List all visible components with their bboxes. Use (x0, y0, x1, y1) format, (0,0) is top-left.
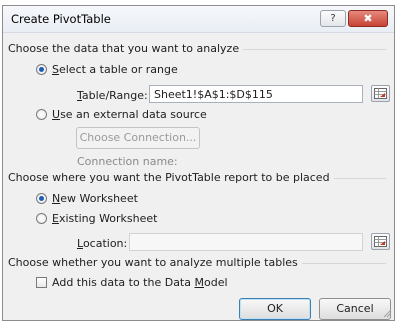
section-analyze-data: Choose the data that you want to analyze (8, 42, 386, 56)
section-analyze-label: Choose the data that you want to analyze (8, 42, 244, 55)
close-button[interactable]: ✖ (348, 10, 388, 27)
cancel-button[interactable]: Cancel (319, 298, 391, 320)
radio-new-worksheet[interactable]: New Worksheet (36, 192, 236, 207)
help-button[interactable]: ? (320, 10, 346, 27)
range-collapse-icon (374, 236, 387, 247)
choose-connection-button[interactable]: Choose Connection... (76, 127, 200, 149)
section-placement: Choose where you want the PivotTable rep… (8, 171, 386, 185)
location-collapse-button[interactable] (371, 233, 390, 250)
radio-button-selected[interactable] (36, 193, 47, 204)
radio-button[interactable] (36, 109, 47, 120)
table-range-input[interactable]: Sheet1!$A$1:$D$115 (149, 85, 363, 103)
checkbox[interactable] (36, 277, 47, 288)
section-multiple-tables: Choose whether you want to analyze multi… (8, 256, 386, 270)
table-range-collapse-button[interactable] (371, 85, 390, 102)
radio-button-selected[interactable] (36, 64, 47, 75)
location-label: Location: (77, 237, 128, 250)
table-range-label: Table/Range: (77, 89, 148, 102)
ok-button[interactable]: OK (239, 298, 311, 320)
radio-external-label: Use an external data source (52, 108, 207, 121)
title-bar: Create PivotTable ? ✖ (3, 6, 394, 33)
section-placement-label: Choose where you want the PivotTable rep… (8, 171, 334, 184)
resize-grip-icon[interactable] (382, 308, 392, 318)
section-multiple-label: Choose whether you want to analyze multi… (8, 256, 302, 269)
radio-existing-worksheet[interactable]: Existing Worksheet (36, 212, 236, 227)
location-input[interactable] (129, 233, 363, 251)
checkbox-data-model[interactable]: Add this data to the Data Model (36, 276, 276, 291)
radio-select-range-label: Select a table or range (52, 63, 178, 76)
radio-select-range[interactable]: Select a table or range (36, 63, 236, 78)
close-icon: ✖ (363, 12, 373, 25)
radio-external-source[interactable]: Use an external data source (36, 108, 236, 123)
dialog-title: Create PivotTable (11, 12, 111, 26)
radio-existing-worksheet-label: Existing Worksheet (52, 212, 158, 225)
connection-name-label: Connection name: (77, 155, 178, 168)
checkbox-data-model-label: Add this data to the Data Model (52, 276, 228, 289)
radio-button[interactable] (36, 213, 47, 224)
create-pivottable-dialog: Create PivotTable ? ✖ Choose the data th… (2, 5, 395, 321)
range-collapse-icon (374, 88, 387, 99)
radio-new-worksheet-label: New Worksheet (52, 192, 138, 205)
help-icon: ? (330, 13, 336, 24)
